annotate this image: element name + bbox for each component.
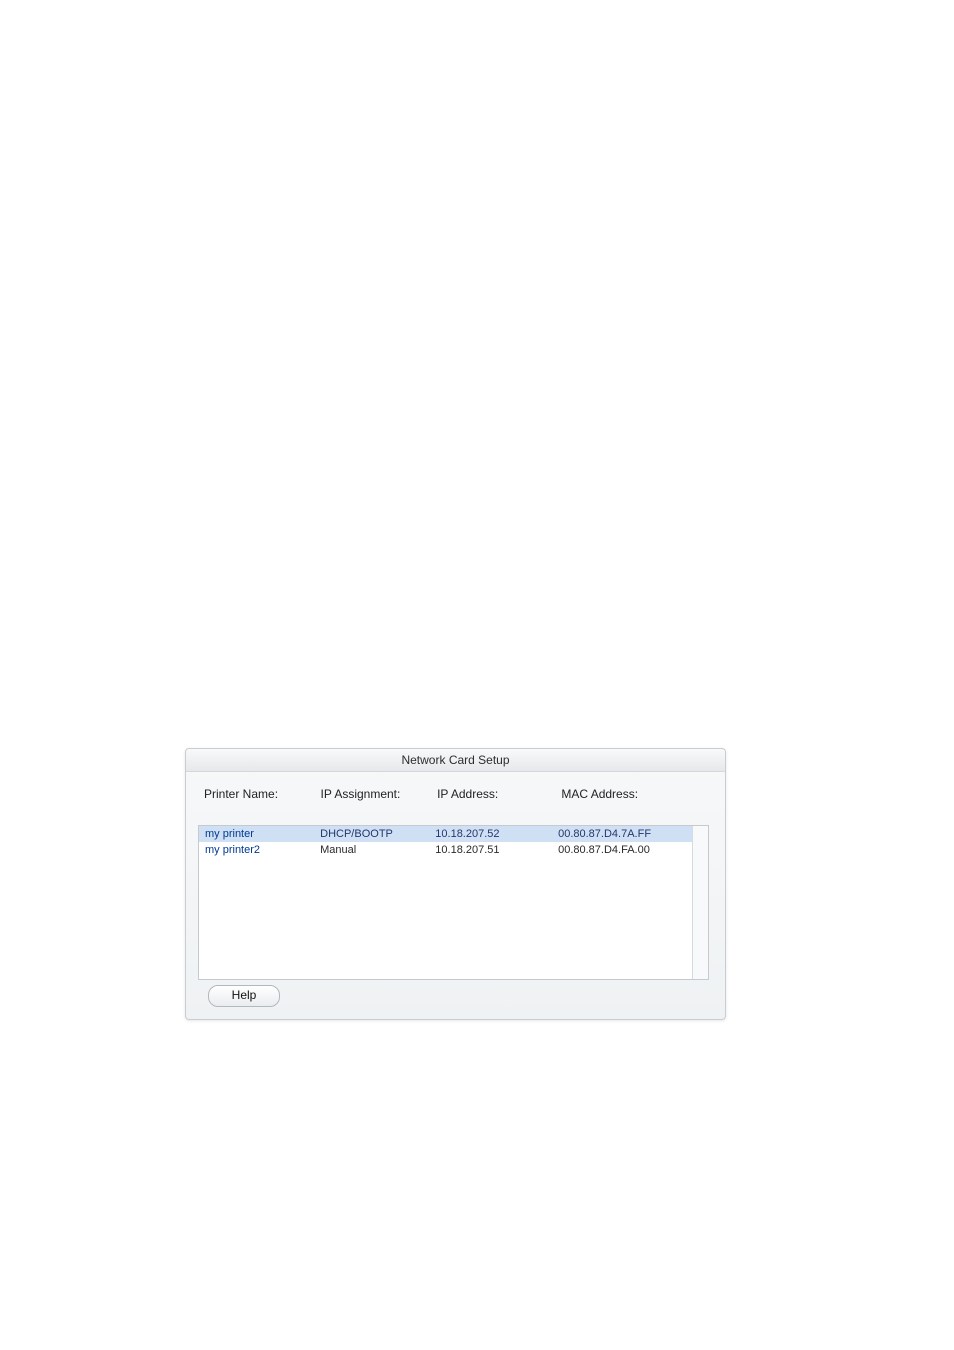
header-ip-assignment: IP Assignment: — [321, 787, 438, 801]
window-title: Network Card Setup — [186, 749, 725, 772]
cell-printer-name: my printer2 — [205, 844, 320, 856]
cell-ip-assignment: DHCP/BOOTP — [320, 828, 435, 840]
scrollbar[interactable] — [692, 826, 708, 979]
network-card-setup-dialog: Network Card Setup Printer Name: IP Assi… — [185, 748, 726, 1020]
cell-printer-name: my printer — [205, 828, 320, 840]
table-row[interactable]: my printer DHCP/BOOTP 10.18.207.52 00.80… — [199, 826, 708, 842]
cell-mac-address: 00.80.87.D4.7A.FF — [558, 828, 702, 840]
cell-mac-address: 00.80.87.D4.FA.00 — [558, 844, 702, 856]
printer-list[interactable]: my printer DHCP/BOOTP 10.18.207.52 00.80… — [198, 825, 709, 980]
header-mac-address: MAC Address: — [561, 787, 707, 801]
cell-ip-address: 10.18.207.52 — [435, 828, 558, 840]
cell-ip-assignment: Manual — [320, 844, 435, 856]
header-printer-name: Printer Name: — [204, 787, 321, 801]
header-ip-address: IP Address: — [437, 787, 561, 801]
help-button[interactable]: Help — [208, 985, 280, 1007]
column-headers: Printer Name: IP Assignment: IP Address:… — [186, 772, 725, 825]
table-row[interactable]: my printer2 Manual 10.18.207.51 00.80.87… — [199, 842, 708, 858]
cell-ip-address: 10.18.207.51 — [435, 844, 558, 856]
